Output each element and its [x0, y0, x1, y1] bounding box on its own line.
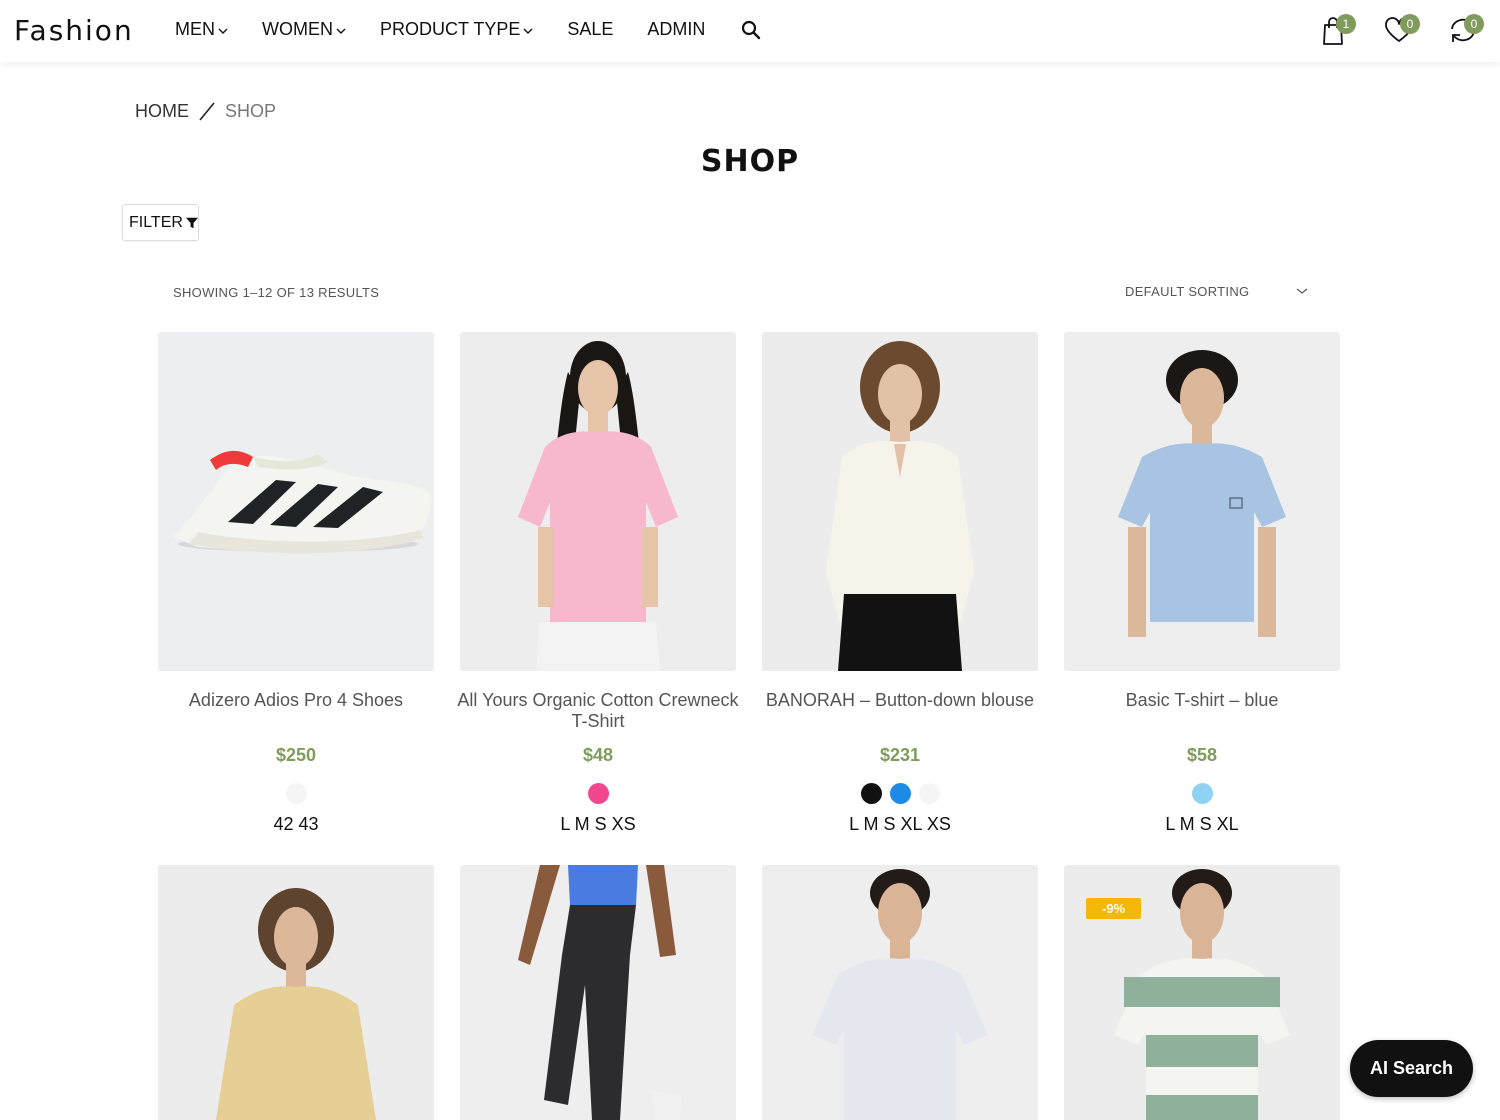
nav-item-product-type[interactable]: PRODUCT TYPE	[380, 19, 533, 40]
sort-selected-value: DEFAULT SORTING	[1125, 284, 1250, 299]
nav-item-admin[interactable]: ADMIN	[647, 19, 705, 40]
color-swatch-white[interactable]	[918, 783, 940, 804]
blue-tshirt-model-image-icon	[1118, 350, 1286, 637]
color-swatch-white[interactable]	[285, 783, 307, 804]
chevron-down-icon	[1296, 288, 1308, 294]
cart-button[interactable]: 1	[1318, 12, 1358, 48]
color-swatch-black[interactable]	[860, 783, 882, 804]
filter-label: FILTER	[129, 213, 183, 231]
product-sizes: L M S XL XS	[849, 814, 951, 834]
joggers-model-image-icon	[518, 865, 682, 1120]
main-nav: MEN WOMEN PRODUCT TYPE SALE ADMIN	[175, 19, 761, 40]
nav-label: MEN	[175, 19, 215, 39]
nav-label: ADMIN	[647, 19, 706, 39]
product-name[interactable]: Adizero Adios Pro 4 Shoes	[148, 690, 444, 711]
color-swatch-pink[interactable]	[587, 783, 609, 804]
nav-item-sale[interactable]: SALE	[567, 19, 613, 40]
product-sizes: 42 43	[273, 814, 319, 834]
product-sizes: L M S XL	[1165, 814, 1239, 834]
breadcrumb-current: SHOP	[225, 100, 277, 121]
product-image[interactable]	[158, 865, 434, 1120]
sneaker-image-icon	[173, 450, 431, 554]
product-image[interactable]	[460, 332, 736, 671]
product-image[interactable]	[460, 865, 736, 1120]
search-icon[interactable]	[741, 20, 761, 40]
white-blouse-model-image-icon	[826, 341, 974, 671]
sale-badge: -9%	[1086, 898, 1141, 919]
chevron-down-icon	[523, 28, 533, 34]
ai-search-button[interactable]: AI Search	[1350, 1040, 1473, 1097]
result-count: SHOWING 1–12 OF 13 RESULTS	[173, 285, 380, 300]
page-title: SHOP	[700, 144, 800, 179]
product-image[interactable]	[762, 332, 1038, 671]
product-image[interactable]	[762, 865, 1038, 1120]
breadcrumb: HOME SHOP	[135, 100, 276, 122]
sort-select[interactable]: DEFAULT SORTING	[1125, 284, 1310, 304]
slash-separator-icon	[199, 102, 215, 121]
product-name[interactable]: Basic T-shirt – blue	[1054, 690, 1350, 711]
compare-count-badge: 0	[1464, 14, 1484, 34]
color-swatch-blue[interactable]	[889, 783, 911, 804]
color-swatches	[158, 783, 434, 804]
compare-button[interactable]: 0	[1446, 12, 1486, 48]
pink-tshirt-model-image-icon	[518, 341, 678, 671]
nav-item-women[interactable]: WOMEN	[262, 19, 346, 40]
wishlist-button[interactable]: 0	[1382, 12, 1422, 48]
funnel-icon	[185, 217, 198, 228]
color-swatches	[762, 783, 1038, 804]
color-swatch-light-blue[interactable]	[1191, 783, 1213, 804]
yellow-blouse-model-image-icon	[216, 888, 376, 1120]
white-tshirt-model-image-icon	[812, 869, 988, 1120]
nav-label: WOMEN	[262, 19, 333, 39]
product-name[interactable]: BANORAH – Button-down blouse	[752, 690, 1048, 711]
chevron-down-icon	[218, 28, 228, 34]
nav-label: SALE	[567, 19, 614, 39]
nav-item-men[interactable]: MEN	[175, 19, 228, 40]
color-swatches	[1064, 783, 1340, 804]
color-swatches	[460, 783, 736, 804]
product-price: $250	[275, 745, 317, 765]
site-logo[interactable]: Fashion	[14, 14, 134, 47]
product-price: $231	[879, 745, 921, 765]
product-price: $48	[582, 745, 614, 765]
nav-label: PRODUCT TYPE	[380, 19, 521, 39]
filter-button[interactable]: FILTER	[122, 204, 199, 241]
product-price: $58	[1186, 745, 1218, 765]
cart-count-badge: 1	[1336, 14, 1356, 34]
header-actions: 1 0 0	[1294, 12, 1486, 48]
wishlist-count-badge: 0	[1400, 14, 1420, 34]
chevron-down-icon	[336, 28, 346, 34]
breadcrumb-home-link[interactable]: HOME	[135, 101, 189, 122]
product-image[interactable]	[158, 332, 434, 671]
product-image[interactable]: -9%	[1064, 865, 1340, 1120]
product-name[interactable]: All Yours Organic Cotton Crewneck T-Shir…	[450, 690, 746, 732]
product-image[interactable]	[1064, 332, 1340, 671]
product-sizes: L M S XS	[560, 814, 636, 834]
site-header: Fashion MEN WOMEN PRODUCT TYPE SALE ADMI…	[0, 0, 1500, 62]
